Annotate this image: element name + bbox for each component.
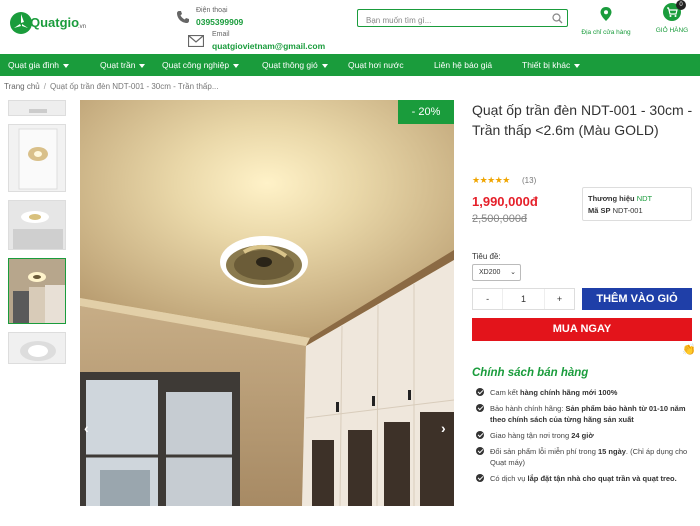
thumbnail-5[interactable] bbox=[8, 332, 66, 364]
policy-item: Giao hàng tận nơi trong 24 giờ bbox=[476, 430, 696, 441]
sales-policy-list: Cam kết hàng chính hãng mới 100% Bảo hàn… bbox=[476, 387, 696, 489]
original-price: 2,500,000đ bbox=[472, 213, 528, 225]
svg-text:.vn: .vn bbox=[78, 24, 86, 30]
product-title: Quạt ốp trần đèn NDT-001 - 30cm - Trần t… bbox=[472, 102, 693, 138]
thumbnail-4[interactable] bbox=[8, 258, 66, 324]
product-main-image[interactable] bbox=[80, 100, 454, 506]
qty-minus-button[interactable]: - bbox=[473, 289, 502, 309]
email-icon bbox=[188, 35, 204, 47]
variant-selected-value: XD200 bbox=[479, 269, 501, 276]
chevron-down-icon: ⌄ bbox=[510, 269, 516, 276]
breadcrumb-current: Quạt ốp trần đèn NDT-001 - 30cm - Trần t… bbox=[49, 82, 219, 91]
variant-label: Tiêu đề: bbox=[472, 252, 501, 261]
sku-label: Mã SP bbox=[588, 206, 611, 215]
site-header: Quatgio .vn Điện thoại 0395399909 Email … bbox=[0, 0, 700, 54]
main-nav: Quạt gia đình Quạt trần Quạt công nghiệp… bbox=[0, 54, 700, 76]
discount-badge: - 20% bbox=[398, 100, 454, 124]
search-input[interactable] bbox=[358, 12, 543, 29]
cart-label: GIỎ HÀNG bbox=[655, 27, 689, 34]
breadcrumb-home[interactable]: Trang chủ bbox=[4, 82, 40, 91]
policy-item: Đổi sản phẩm lỗi miễn phí trong 15 ngày.… bbox=[476, 446, 696, 468]
store-address-link[interactable]: Địa chỉ cửa hàng bbox=[580, 6, 632, 36]
map-pin-icon bbox=[600, 7, 612, 21]
cart-icon: 0 bbox=[663, 0, 686, 21]
brand-value[interactable]: NDT bbox=[637, 194, 652, 203]
email-address[interactable]: quatgiovietnam@gmail.com bbox=[212, 41, 325, 51]
qty-plus-button[interactable]: + bbox=[545, 289, 574, 309]
thumbnail-1[interactable] bbox=[8, 100, 66, 116]
nav-item-contact-quote[interactable]: Liên hệ báo giá bbox=[434, 54, 492, 76]
check-circle-icon bbox=[476, 388, 484, 396]
prev-image-arrow-icon[interactable]: ‹ bbox=[84, 420, 89, 436]
check-circle-icon bbox=[476, 404, 484, 412]
check-circle-icon bbox=[476, 431, 484, 439]
phone-number[interactable]: 0395399909 bbox=[196, 17, 243, 27]
caret-down-icon bbox=[139, 63, 146, 68]
email-label: Email bbox=[212, 31, 230, 38]
buy-now-button[interactable]: MUA NGAY bbox=[472, 318, 692, 341]
phone-icon bbox=[177, 11, 189, 23]
next-image-arrow-icon[interactable]: › bbox=[441, 420, 446, 436]
nav-item-ceiling-fans[interactable]: Quạt trần bbox=[100, 54, 146, 76]
svg-text:Quatgio: Quatgio bbox=[30, 15, 79, 30]
thumbnail-3[interactable] bbox=[8, 200, 66, 250]
policy-item: Có dịch vụ lắp đặt tận nhà cho quạt trần… bbox=[476, 473, 696, 484]
breadcrumb: Trang chủ / Quạt ốp trần đèn NDT-001 - 30c… bbox=[4, 82, 219, 91]
store-address-label: Địa chỉ cửa hàng bbox=[581, 29, 631, 36]
site-logo[interactable]: Quatgio .vn bbox=[8, 8, 90, 38]
cart-link[interactable]: 0 GIỎ HÀNG bbox=[652, 0, 692, 34]
caret-down-icon bbox=[63, 63, 70, 68]
quantity-stepper: - 1 + bbox=[472, 288, 575, 310]
search-icon[interactable] bbox=[552, 13, 563, 24]
caret-down-icon bbox=[574, 63, 581, 68]
pointing-hand-icon: 👏 bbox=[682, 344, 696, 356]
thumbnail-2[interactable] bbox=[8, 124, 66, 192]
breadcrumb-separator: / bbox=[43, 82, 46, 91]
policy-item: Bảo hành chính hãng: Sản phẩm bảo hành t… bbox=[476, 403, 696, 425]
brand-label: Thương hiệu bbox=[588, 194, 635, 203]
sale-price: 1,990,000đ bbox=[472, 194, 538, 209]
check-circle-icon bbox=[476, 447, 484, 455]
phone-label: Điện thoại bbox=[196, 7, 228, 14]
review-count[interactable]: (13) bbox=[522, 176, 536, 185]
nav-item-ventilation-fans[interactable]: Quạt thông gió bbox=[262, 54, 328, 76]
search-box bbox=[357, 9, 568, 29]
nav-item-household-fans[interactable]: Quạt gia đình bbox=[8, 54, 70, 76]
brand-info-box: Thương hiệu NDT Mã SP NDT-001 bbox=[582, 187, 692, 221]
rating-stars-icon: ★★★★★ bbox=[472, 175, 510, 185]
caret-down-icon bbox=[233, 63, 240, 68]
cart-count-badge: 0 bbox=[676, 0, 686, 10]
qty-input[interactable]: 1 bbox=[502, 289, 545, 309]
policy-item: Cam kết hàng chính hãng mới 100% bbox=[476, 387, 696, 398]
caret-down-icon bbox=[321, 63, 328, 68]
nav-item-evaporative-fans[interactable]: Quạt hơi nước bbox=[348, 54, 404, 76]
nav-item-other-devices[interactable]: Thiết bị khác bbox=[522, 54, 581, 76]
add-to-cart-button[interactable]: THÊM VÀO GIỎ bbox=[582, 288, 692, 310]
check-circle-icon bbox=[476, 474, 484, 482]
variant-select[interactable]: XD200 ⌄ bbox=[472, 264, 521, 281]
sales-policy-title: Chính sách bán hàng bbox=[472, 367, 589, 379]
sku-value: NDT-001 bbox=[612, 206, 643, 215]
nav-item-industrial-fans[interactable]: Quạt công nghiệp bbox=[162, 54, 240, 76]
